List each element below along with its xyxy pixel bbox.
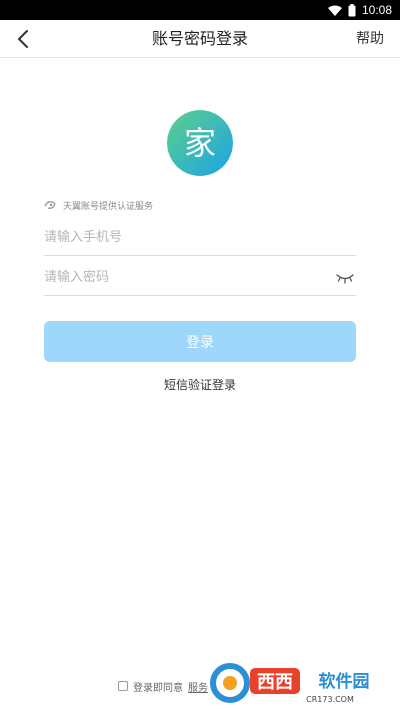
page-title: 账号密码登录 [151, 29, 248, 48]
agree-checkbox[interactable] [118, 681, 128, 691]
phone-field-wrapper [44, 220, 356, 256]
watermark-title-rest: 软件园 [319, 671, 370, 692]
app-logo: 家 [167, 110, 233, 176]
provider-text: 天翼账号提供认证服务 [63, 201, 154, 212]
status-time: 10:08 [361, 3, 392, 17]
watermark-url: CR173.COM [306, 695, 354, 704]
wifi-icon [327, 5, 342, 16]
nav-bar: 账号密码登录 帮助 [0, 20, 400, 58]
site-watermark: 西西 软件园 CR173.COM [210, 663, 370, 704]
back-button[interactable] [10, 26, 36, 52]
phone-input[interactable] [44, 220, 356, 255]
password-field-wrapper [44, 260, 356, 296]
sms-login-link[interactable]: 短信验证登录 [0, 376, 400, 393]
chevron-left-icon [18, 30, 28, 48]
status-bar: 10:08 [0, 0, 400, 20]
eye-closed-icon[interactable] [336, 272, 354, 284]
help-button[interactable]: 帮助 [356, 20, 384, 58]
agreement-prefix: 登录即同意 [133, 682, 183, 694]
service-agreement-link[interactable]: 服务 [188, 679, 208, 694]
tianyi-logo-icon [44, 201, 56, 209]
battery-icon [348, 3, 356, 16]
status-icons: 10:08 [327, 2, 392, 18]
password-input[interactable] [44, 260, 356, 295]
login-button[interactable]: 登录 [44, 321, 356, 362]
agreement-row: 登录即同意 服务 [118, 678, 208, 694]
logo-glyph: 家 [184, 124, 216, 162]
provider-note: 天翼账号提供认证服务 [44, 197, 153, 213]
watermark-title-part: 西西 [257, 672, 293, 693]
